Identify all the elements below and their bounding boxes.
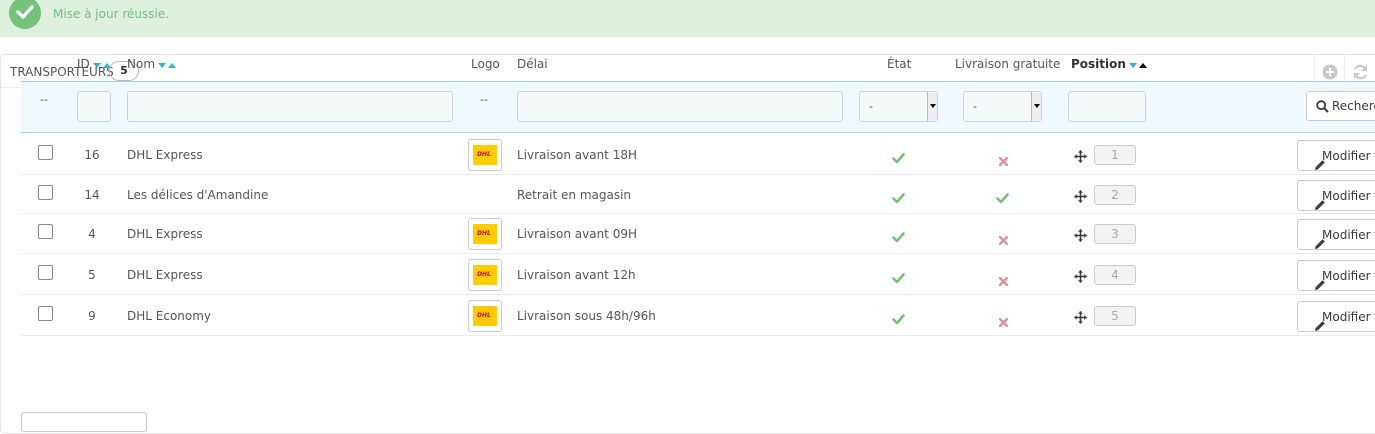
row-id: 9 — [88, 308, 96, 323]
header-logo: Logo — [471, 57, 500, 71]
table-row: 5 DHL Express DHL Livraison avant 12h 4 Modif… — [21, 254, 1375, 295]
row-nom: DHL Express — [127, 267, 203, 282]
row-select-checkbox[interactable] — [38, 144, 53, 160]
free-shipping-cross-icon[interactable] — [998, 271, 1009, 290]
row-nom: Les délices d'Amandine — [127, 187, 269, 202]
carrier-logo: DHL — [468, 258, 502, 291]
row-position: 2 — [1094, 184, 1136, 205]
drag-handle-icon[interactable] — [1074, 148, 1087, 167]
modify-button[interactable]: Modifier — [1297, 179, 1375, 211]
header-id: ID — [77, 57, 111, 72]
row-id: 16 — [84, 147, 100, 162]
row-delai: Livraison avant 09H — [517, 227, 637, 241]
free-shipping-cross-icon[interactable] — [998, 151, 1009, 170]
row-position: 3 — [1094, 224, 1136, 244]
modify-button[interactable]: Modifier — [1297, 139, 1375, 171]
row-position: 4 — [1094, 264, 1136, 285]
header-livraison-gratuite: Livraison gratuite — [955, 57, 1061, 71]
filter-logo-placeholder: -- — [480, 93, 488, 106]
carrier-logo: DHL — [468, 218, 502, 250]
alert-message: Mise à jour réussie. — [53, 7, 170, 21]
row-nom: DHL Express — [127, 147, 203, 162]
row-select-checkbox[interactable] — [38, 305, 53, 321]
filter-checkbox-placeholder: -- — [40, 93, 48, 106]
sort-desc-icon[interactable] — [92, 62, 101, 68]
row-nom: DHL Economy — [127, 308, 212, 323]
header-delai: Délai — [517, 57, 548, 71]
filter-row: -- -- - - Rechercher — [21, 81, 1375, 133]
carrier-logo: DHL — [468, 299, 502, 332]
filter-id-input[interactable] — [77, 91, 111, 122]
row-select-checkbox[interactable] — [38, 224, 53, 239]
sort-asc-icon[interactable] — [168, 62, 177, 68]
filter-position-input[interactable] — [1068, 91, 1146, 122]
chevron-down-icon — [1031, 92, 1041, 121]
sort-desc-icon[interactable] — [1128, 62, 1137, 68]
modify-button[interactable]: Modifier — [1297, 259, 1375, 291]
free-shipping-check-icon[interactable] — [996, 189, 1009, 208]
filter-nom-input[interactable] — [127, 91, 453, 122]
row-select-checkbox[interactable] — [38, 264, 53, 280]
status-enabled-check-icon[interactable] — [892, 228, 905, 247]
modify-button[interactable]: Modifier — [1297, 219, 1375, 250]
table-header: ID Nom Logo Délai État Livraison gratuit… — [21, 43, 1375, 81]
table-row: 14 Les délices d'Amandine Retrait en magas… — [21, 175, 1375, 214]
status-enabled-check-icon[interactable] — [892, 189, 905, 208]
row-id: 14 — [84, 187, 100, 202]
header-etat: État — [887, 57, 912, 71]
sort-asc-icon[interactable] — [102, 62, 111, 68]
bulk-actions-button[interactable] — [21, 412, 147, 432]
status-enabled-check-icon[interactable] — [892, 269, 905, 288]
status-enabled-check-icon[interactable] — [892, 310, 905, 329]
table-row: 9 DHL Economy DHL Livraison sous 48h/96h 5 Mo… — [21, 295, 1375, 336]
carrier-logo: DHL — [468, 138, 502, 171]
header-nom: Nom — [127, 57, 177, 72]
check-circle-icon — [9, 0, 41, 29]
drag-handle-icon[interactable] — [1074, 227, 1087, 246]
table-row: 4 DHL Express DHL Livraison avant 09H 3 Modif… — [21, 214, 1375, 254]
row-position: 5 — [1094, 305, 1136, 326]
sort-desc-icon[interactable] — [158, 62, 167, 68]
row-id: 4 — [88, 227, 96, 241]
free-shipping-cross-icon[interactable] — [998, 230, 1009, 249]
sort-asc-active-icon[interactable] — [1138, 62, 1147, 68]
row-delai: Retrait en magasin — [517, 187, 632, 202]
row-position: 1 — [1094, 144, 1136, 165]
search-icon — [1316, 100, 1329, 113]
chevron-down-icon — [927, 92, 937, 121]
row-delai: Livraison avant 12h — [517, 267, 636, 282]
dhl-logo-icon: DHL — [473, 264, 497, 285]
header-position: Position — [1071, 57, 1147, 72]
row-select-checkbox[interactable] — [38, 184, 53, 200]
row-delai: Livraison sous 48h/96h — [517, 308, 656, 323]
search-button[interactable]: Rechercher — [1306, 91, 1375, 121]
filter-livraison-gratuite-select[interactable]: - — [963, 91, 1042, 122]
table-row: 16 DHL Express DHL Livraison avant 18H 1 Modi… — [21, 134, 1375, 175]
row-nom: DHL Express — [127, 227, 203, 241]
row-delai: Livraison avant 18H — [517, 147, 637, 162]
filter-etat-select[interactable]: - — [859, 91, 938, 122]
dhl-logo-icon: DHL — [473, 305, 497, 326]
drag-handle-icon[interactable] — [1074, 188, 1087, 207]
free-shipping-cross-icon[interactable] — [998, 312, 1009, 331]
row-id: 5 — [88, 267, 96, 282]
dhl-logo-icon: DHL — [473, 144, 497, 165]
filter-delai-input[interactable] — [517, 91, 843, 122]
status-enabled-check-icon[interactable] — [892, 149, 905, 168]
drag-handle-icon[interactable] — [1074, 309, 1087, 328]
modify-button[interactable]: Modifier — [1297, 300, 1375, 332]
success-alert: Mise à jour réussie. — [0, 0, 1375, 37]
drag-handle-icon[interactable] — [1074, 268, 1087, 287]
dhl-logo-icon: DHL — [473, 224, 497, 244]
